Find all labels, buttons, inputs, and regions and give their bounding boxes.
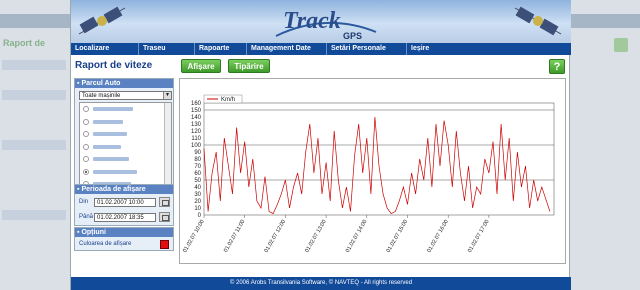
background-help-icon bbox=[614, 38, 628, 52]
menu-setari-personale[interactable]: Setări Personale bbox=[327, 43, 407, 55]
y-tick-label: 160 bbox=[191, 101, 202, 107]
main-menu: Localizare Traseu Rapoarte Management Da… bbox=[71, 43, 571, 55]
vehicle-label-obscured bbox=[93, 107, 133, 111]
vehicle-label-obscured bbox=[93, 132, 127, 136]
fleet-panel: ▪ Parcul Auto Toate mașinile ▼ bbox=[74, 78, 174, 186]
menu-localizare[interactable]: Localizare bbox=[71, 43, 139, 55]
y-tick-label: 80 bbox=[194, 157, 201, 163]
y-tick-label: 120 bbox=[191, 129, 202, 135]
header-banner: Track GPS bbox=[71, 0, 571, 43]
color-label: Culoarea de afișare bbox=[79, 241, 132, 247]
x-tick-label: 01.02.07 12:00 bbox=[264, 219, 288, 254]
background-panel bbox=[2, 140, 66, 150]
speed-chart: 0 10 20 30 40 50 60 70 80 90 100 110 120 130 140 150 160… bbox=[179, 78, 566, 264]
to-date-input[interactable]: 01.02.2007 18:35 bbox=[94, 213, 156, 222]
vehicle-label-obscured bbox=[93, 157, 129, 161]
speed-chart-svg: 0102030405060708090100110120130140150160… bbox=[182, 94, 555, 254]
page-title: Raport de viteze bbox=[75, 60, 153, 71]
y-tick-label: 60 bbox=[194, 171, 201, 177]
x-tick-label: 01.02.07 11:00 bbox=[223, 219, 246, 253]
y-tick-label: 110 bbox=[191, 136, 201, 142]
background-panel bbox=[2, 90, 66, 100]
radio-button[interactable] bbox=[83, 143, 89, 150]
background-menu-bar bbox=[0, 14, 70, 28]
options-header: ▪ Opțiuni bbox=[75, 228, 173, 237]
list-item[interactable] bbox=[80, 116, 171, 129]
svg-text:GPS: GPS bbox=[343, 31, 362, 41]
satellite-icon bbox=[78, 6, 126, 35]
y-tick-label: 70 bbox=[194, 164, 201, 170]
app-window: Track GPS Localizare Traseu Rapoarte Man… bbox=[70, 0, 571, 290]
background-title: Raport de bbox=[3, 38, 46, 48]
radio-button[interactable] bbox=[83, 156, 89, 162]
menu-rapoarte[interactable]: Rapoarte bbox=[195, 43, 247, 55]
y-tick-label: 130 bbox=[191, 122, 202, 128]
list-item[interactable] bbox=[80, 103, 171, 116]
x-tick-label: 01.02.07 15:00 bbox=[386, 219, 410, 254]
background-right-page bbox=[568, 0, 640, 290]
vehicle-label-obscured bbox=[93, 169, 137, 174]
fleet-header: ▪ Parcul Auto bbox=[75, 79, 173, 88]
period-header: ▪ Perioada de afișare bbox=[75, 185, 173, 194]
from-date-input[interactable]: 01.02.2007 10:00 bbox=[94, 198, 156, 207]
vehicle-label-obscured bbox=[93, 119, 123, 124]
y-tick-label: 150 bbox=[191, 108, 202, 114]
x-tick-label: 01.02.07 17:00 bbox=[467, 219, 491, 254]
to-label: Până bbox=[79, 214, 94, 220]
satellite-icon bbox=[514, 6, 562, 36]
help-button[interactable]: ? bbox=[549, 59, 565, 74]
svg-text:Track: Track bbox=[283, 8, 341, 34]
vehicle-list bbox=[79, 102, 172, 186]
background-panel bbox=[2, 210, 66, 220]
list-item[interactable] bbox=[80, 166, 171, 179]
from-label: Din bbox=[79, 199, 89, 205]
background-panel bbox=[2, 60, 66, 70]
y-tick-label: 90 bbox=[194, 150, 201, 156]
menu-management-date[interactable]: Management Date bbox=[247, 43, 327, 55]
color-swatch[interactable] bbox=[160, 240, 169, 249]
x-tick-label: 01.02.07 10:00 bbox=[182, 219, 206, 254]
radio-button-selected[interactable] bbox=[83, 168, 89, 175]
radio-button[interactable] bbox=[83, 106, 89, 112]
y-tick-label: 10 bbox=[194, 206, 201, 212]
radio-button[interactable] bbox=[83, 131, 89, 137]
footer: © 2006 Arobs Transilvania Software, © NA… bbox=[71, 277, 571, 290]
y-tick-label: 50 bbox=[194, 178, 201, 184]
fleet-select[interactable]: Toate mașinile ▼ bbox=[79, 91, 172, 100]
list-item[interactable] bbox=[80, 141, 171, 154]
show-button[interactable]: Afișare bbox=[181, 59, 221, 73]
calendar-icon[interactable] bbox=[159, 197, 170, 207]
y-tick-label: 20 bbox=[194, 199, 201, 205]
y-tick-label: 0 bbox=[198, 213, 202, 219]
print-button[interactable]: Tipărire bbox=[228, 59, 270, 73]
x-tick-label: 01.02.07 14:00 bbox=[345, 219, 369, 254]
legend-label: Km/h bbox=[221, 97, 235, 103]
track-gps-logo: Track GPS bbox=[275, 8, 377, 41]
y-tick-label: 40 bbox=[194, 185, 201, 191]
list-item[interactable] bbox=[80, 128, 171, 141]
radio-button[interactable] bbox=[83, 118, 89, 125]
calendar-icon[interactable] bbox=[159, 212, 170, 222]
list-scrollbar[interactable] bbox=[164, 103, 171, 185]
list-item[interactable] bbox=[80, 153, 171, 166]
y-tick-label: 100 bbox=[191, 143, 202, 149]
y-tick-label: 140 bbox=[191, 115, 202, 121]
x-tick-label: 01.02.07 16:00 bbox=[426, 219, 450, 254]
chevron-down-icon[interactable]: ▼ bbox=[163, 92, 171, 99]
menu-iesire[interactable]: Ieșire bbox=[407, 43, 571, 55]
x-tick-label: 01.02.07 13:00 bbox=[304, 219, 328, 254]
period-panel: ▪ Perioada de afișare Din 01.02.2007 10:… bbox=[74, 184, 174, 226]
background-left-page: Raport de bbox=[0, 0, 70, 290]
background-menu-bar bbox=[568, 14, 640, 28]
options-panel: ▪ Opțiuni Culoarea de afișare bbox=[74, 227, 174, 251]
vehicle-label-obscured bbox=[93, 144, 121, 149]
menu-traseu[interactable]: Traseu bbox=[139, 43, 195, 55]
y-tick-label: 30 bbox=[194, 192, 201, 198]
